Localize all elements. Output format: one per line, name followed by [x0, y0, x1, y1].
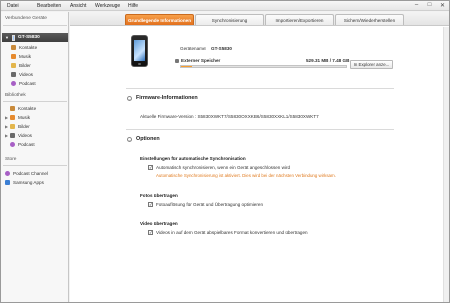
close-button[interactable]: ✕ — [439, 2, 446, 9]
photo-checkbox-label: Fotoauflösung für Gerät und Übertragung … — [156, 202, 263, 207]
tab-importieren-exportieren[interactable]: Importieren/Exportieren — [265, 14, 334, 25]
sidebar: Verbundene Geräte ▼ GT-S5830 Kontakte Mu… — [1, 12, 69, 302]
autosync-checkbox[interactable]: ✓ — [148, 165, 153, 170]
collapse-options-icon[interactable]: – — [127, 137, 132, 142]
library-header: Bibliothek — [5, 93, 26, 98]
sidebar-item-label: Samsung Apps — [13, 179, 44, 185]
device-image — [131, 35, 148, 67]
sd-card-icon — [175, 59, 179, 63]
device-name-separator: : — [205, 46, 207, 51]
tab-bar: Grundlegende Informationen Synchronisier… — [70, 12, 449, 26]
sidebar-item-label: Podcast Channel — [13, 170, 48, 176]
connected-devices-header: Verbundene Geräte — [5, 16, 47, 21]
sidebar-item-label: Bilder — [19, 62, 31, 68]
sidebar-item-label: Videos — [19, 71, 33, 77]
device-name-label: Gerätename — [180, 46, 206, 51]
menu-werkzeuge[interactable]: Werkzeuge — [95, 3, 120, 9]
storage-progress-bar — [180, 65, 347, 68]
window-controls: – □ ✕ — [413, 2, 446, 9]
samsung-apps-icon — [5, 179, 10, 185]
sidebar-item-device-bilder[interactable]: Bilder — [11, 61, 73, 69]
menu-hilfe[interactable]: Hilfe — [128, 3, 138, 9]
sidebar-item-label: Videos — [18, 132, 32, 138]
maximize-button[interactable]: □ — [426, 2, 433, 9]
contacts-icon — [11, 44, 16, 50]
firmware-version-text: Aktuelle Firmware-Version : S5830XWKT7/S… — [140, 114, 319, 119]
podcast-channel-icon — [5, 170, 10, 176]
pictures-icon — [11, 62, 16, 68]
contacts-icon — [10, 105, 15, 111]
open-in-explorer-button[interactable]: In Explorer anze... — [350, 60, 393, 69]
autosync-warning: Automatische Synchronisierung ist aktivi… — [156, 173, 336, 178]
autosync-checkbox-label: Automatisch synchronisieren, wenn ein Ge… — [156, 165, 291, 170]
podcast-icon — [10, 141, 15, 147]
tab-grundlegende-informationen[interactable]: Grundlegende Informationen — [125, 14, 194, 25]
videos-icon — [10, 132, 15, 138]
autosync-subtitle: Einstellungen für automatische Synchroni… — [140, 156, 246, 161]
menu-datei[interactable]: Datei — [7, 3, 19, 9]
storage-value: 529.31 MB / 7.48 GB — [306, 58, 350, 63]
sidebar-item-library-musik[interactable]: ▶ Musik — [5, 113, 67, 121]
phone-icon — [11, 34, 15, 41]
video-subtitle: Video übertragen — [140, 221, 178, 226]
sidebar-item-label: Podcast — [18, 141, 35, 147]
vertical-scrollbar[interactable] — [443, 27, 449, 302]
sidebar-divider — [3, 165, 67, 166]
expand-arrow-icon[interactable]: ▶ — [5, 133, 9, 138]
expand-arrow-icon[interactable]: ▶ — [5, 115, 9, 120]
sidebar-item-podcast-channel[interactable]: Podcast Channel — [5, 169, 67, 177]
sidebar-item-device[interactable]: ▼ GT-S5830 — [2, 33, 68, 42]
sidebar-item-samsung-apps[interactable]: Samsung Apps — [5, 178, 67, 186]
photo-subtitle: Fotos übertragen — [140, 193, 178, 198]
app-window: Datei Bearbeiten Ansicht Werkzeuge Hilfe… — [0, 0, 450, 303]
content-area: Gerätename : GT-S5830 Externer Speicher … — [70, 27, 449, 302]
storage-label: Externer Speicher — [181, 58, 221, 63]
options-section-title: Optionen — [136, 136, 160, 142]
video-checkbox-label: Videos in auf dem Gerät abspielbares For… — [156, 230, 308, 235]
sidebar-divider — [3, 101, 67, 102]
sidebar-item-label: Kontakte — [18, 105, 37, 111]
menu-ansicht[interactable]: Ansicht — [70, 3, 86, 9]
music-icon — [10, 114, 15, 120]
store-header: Store — [5, 157, 17, 162]
menu-bearbeiten[interactable]: Bearbeiten — [37, 3, 61, 9]
sidebar-item-library-podcast[interactable]: Podcast — [5, 140, 67, 148]
pictures-icon — [10, 123, 15, 129]
sidebar-item-label: Musik — [18, 114, 30, 120]
device-label: GT-S5830 — [17, 35, 40, 40]
collapse-firmware-icon[interactable]: – — [127, 96, 132, 101]
section-divider — [126, 129, 394, 130]
sidebar-item-label: Kontakte — [19, 44, 38, 50]
section-divider — [126, 88, 394, 89]
sidebar-item-label: Bilder — [18, 123, 30, 129]
podcast-icon — [11, 80, 16, 86]
main-panel: Grundlegende Informationen Synchronisier… — [70, 12, 449, 302]
sidebar-item-device-videos[interactable]: Videos — [11, 70, 73, 78]
sidebar-item-device-musik[interactable]: Musik — [11, 52, 73, 60]
sidebar-item-label: Podcast — [19, 80, 36, 86]
sidebar-item-library-bilder[interactable]: ▶ Bilder — [5, 122, 67, 130]
menu-bar: Datei Bearbeiten Ansicht Werkzeuge Hilfe… — [1, 1, 449, 11]
sidebar-item-device-podcast[interactable]: Podcast — [11, 79, 73, 87]
sidebar-item-library-kontakte[interactable]: Kontakte — [5, 104, 67, 112]
tab-synchronisierung[interactable]: Synchronisierung — [195, 14, 264, 25]
storage-progress-fill — [181, 66, 193, 67]
device-name-value: GT-S5830 — [211, 46, 232, 51]
sidebar-item-library-videos[interactable]: ▶ Videos — [5, 131, 67, 139]
firmware-section-title: Firmware-Informationen — [136, 95, 198, 101]
music-icon — [11, 53, 16, 59]
tab-sichern-wiederherstellen[interactable]: Sichern/Wiederherstellen — [335, 14, 404, 25]
minimize-button[interactable]: – — [413, 2, 420, 9]
sidebar-divider — [3, 25, 67, 26]
videos-icon — [11, 71, 16, 77]
video-checkbox[interactable]: ✓ — [148, 230, 153, 235]
sidebar-item-device-kontakte[interactable]: Kontakte — [11, 43, 73, 51]
collapse-arrow-icon[interactable]: ▼ — [5, 35, 9, 40]
expand-arrow-icon[interactable]: ▶ — [5, 124, 9, 129]
photo-checkbox[interactable]: ✓ — [148, 202, 153, 207]
sidebar-item-label: Musik — [19, 53, 31, 59]
